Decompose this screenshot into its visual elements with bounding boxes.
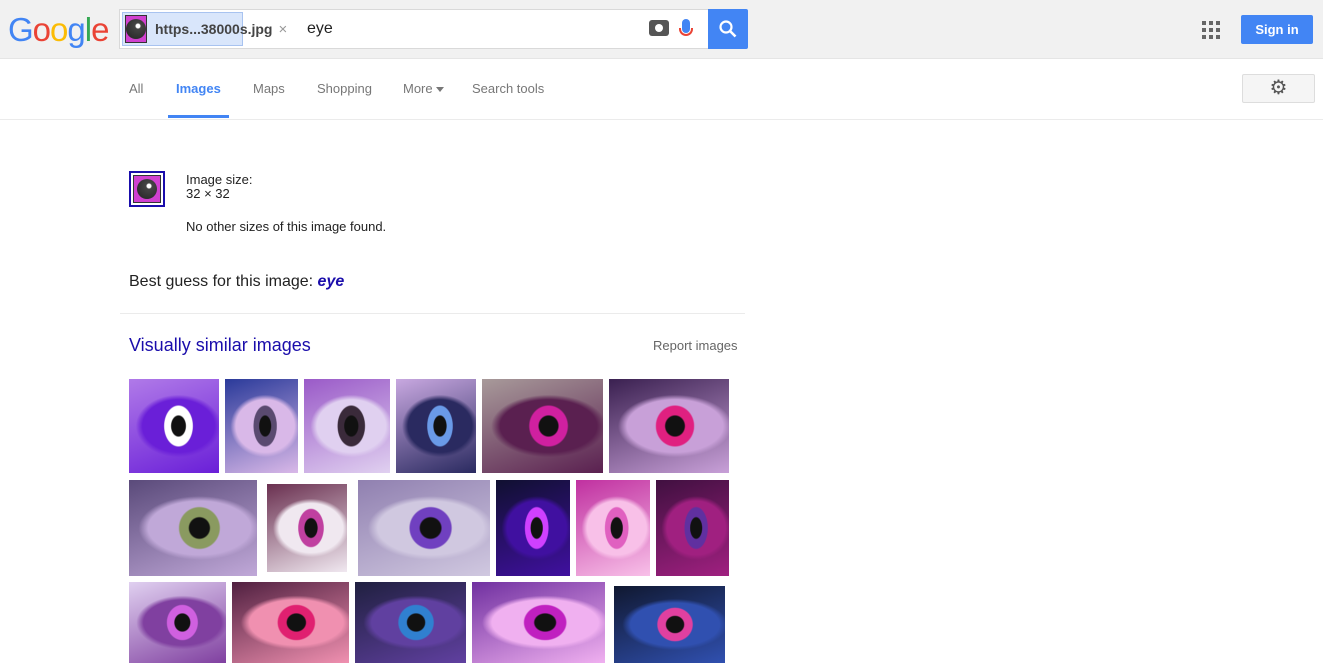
best-guess-link[interactable]: eye [318,273,345,290]
image-chip-name: https...38000s.jpg [155,21,273,37]
tab-images[interactable]: Images [176,81,221,96]
similar-image-thumbnail[interactable] [129,379,219,473]
best-guess: Best guess for this image: eye [129,273,344,291]
query-image-thumbnail [125,15,147,43]
similar-image-thumbnail[interactable] [358,480,490,576]
query-image-thumbnail [133,175,161,203]
similar-image-thumbnail[interactable] [267,484,347,572]
search-box[interactable]: https...38000s.jpg × eye [119,9,709,49]
search-button[interactable] [708,9,748,49]
best-guess-label: Best guess for this image: [129,273,314,290]
similar-image-thumbnail[interactable] [232,582,349,663]
google-logo[interactable]: Google [8,11,109,49]
tab-more-label: More [403,81,433,96]
similar-image-thumbnail[interactable] [355,582,466,663]
divider [120,313,745,314]
microphone-icon[interactable] [679,19,693,36]
settings-gear-icon[interactable]: ⚙ [1242,74,1315,103]
similar-image-thumbnail[interactable] [129,480,257,576]
similar-image-thumbnail[interactable] [614,586,725,663]
visually-similar-heading[interactable]: Visually similar images [129,335,311,356]
similar-image-thumbnail[interactable] [576,480,650,576]
similar-image-thumbnail[interactable] [129,582,226,663]
image-size-label: Image size: [186,172,253,187]
search-icon [719,20,737,38]
no-other-sizes-text: No other sizes of this image found. [186,219,387,234]
tab-shopping[interactable]: Shopping [317,81,372,96]
similar-image-thumbnail[interactable] [656,480,729,576]
report-images-link[interactable]: Report images [653,338,738,353]
similar-image-thumbnail[interactable] [304,379,390,473]
similar-image-thumbnail[interactable] [396,379,476,473]
similar-image-thumbnail[interactable] [225,379,298,473]
active-tab-indicator [168,115,229,118]
camera-icon[interactable] [649,20,669,36]
similar-image-thumbnail[interactable] [496,480,570,576]
remove-image-icon[interactable]: × [278,21,287,38]
similar-image-thumbnail[interactable] [482,379,603,473]
similar-image-thumbnail[interactable] [472,582,605,663]
sign-in-button[interactable]: Sign in [1241,15,1313,44]
tab-maps[interactable]: Maps [253,81,285,96]
search-tools-button[interactable]: Search tools [472,81,544,96]
search-image-chip[interactable]: https...38000s.jpg × [122,12,287,46]
query-image[interactable] [129,171,165,207]
search-tabs: All Images Maps Shopping More Search too… [0,60,1323,120]
image-size-value: 32 × 32 [186,186,230,201]
top-bar: Google https...38000s.jpg × eye Sign in [0,0,1323,59]
tab-all[interactable]: All [129,81,143,96]
tab-more[interactable]: More [403,81,444,96]
dropdown-arrow-icon [435,87,444,96]
apps-grid-icon[interactable] [1202,21,1220,39]
similar-image-thumbnail[interactable] [609,379,729,473]
search-input[interactable]: eye [307,20,333,38]
